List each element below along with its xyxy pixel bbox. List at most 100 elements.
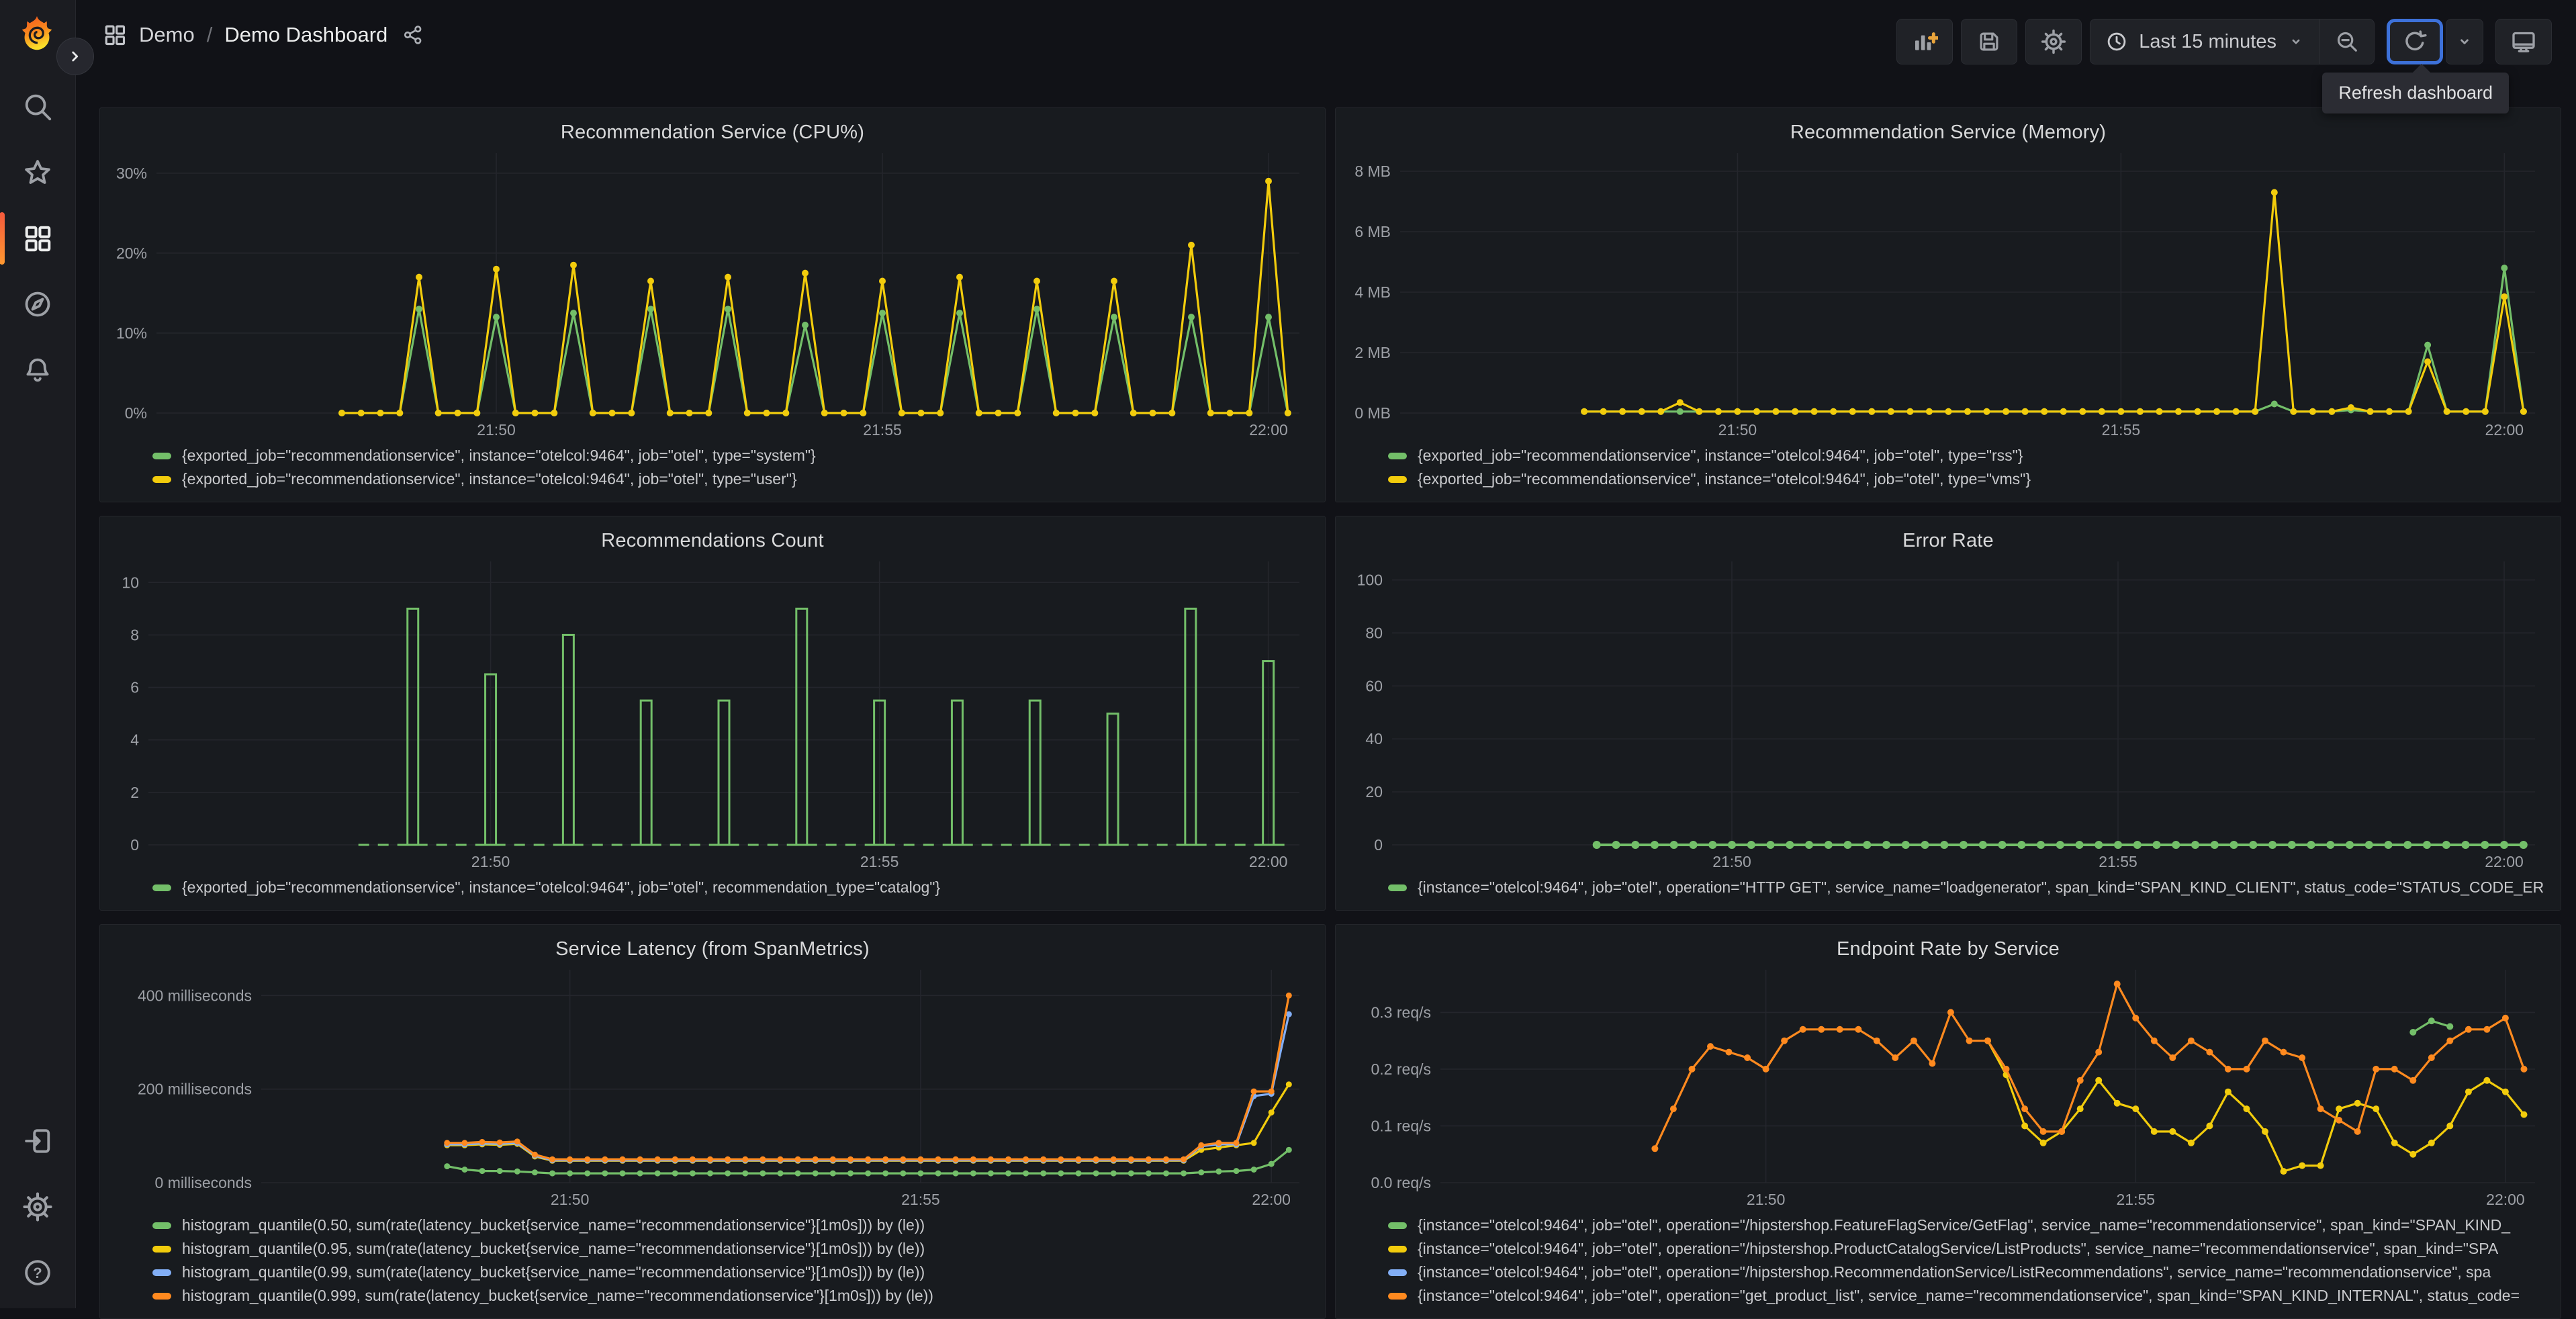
panel-title[interactable]: Recommendations Count (113, 530, 1312, 552)
legend-label: {instance="otelcol:9464", job="otel", op… (1418, 1216, 2511, 1234)
legend-label: {exported_job="recommendationservice", i… (1418, 470, 2031, 488)
refresh-interval-dropdown[interactable] (2446, 19, 2483, 64)
legend: {exported_job="recommendationservice", i… (1349, 440, 2547, 496)
legend-item[interactable]: {exported_job="recommendationservice", i… (152, 470, 1312, 488)
legend-swatch (152, 475, 171, 483)
svg-text:30%: 30% (116, 165, 147, 182)
kiosk-mode-button[interactable] (2495, 19, 2552, 64)
svg-text:0.3 req/s: 0.3 req/s (1371, 1003, 1432, 1021)
svg-text:2: 2 (130, 784, 139, 801)
refresh-dashboard-button[interactable] (2387, 19, 2443, 64)
chart-canvas[interactable]: 21:50 21:55 22:00 0% 10% 20% 30% (113, 145, 1312, 440)
legend-item[interactable]: histogram_quantile(0.50, sum(rate(latenc… (152, 1216, 1312, 1234)
sidebar-item-dashboards[interactable] (0, 212, 53, 265)
panel-title[interactable]: Recommendation Service (Memory) (1349, 122, 2547, 144)
legend-label: histogram_quantile(0.50, sum(rate(latenc… (182, 1216, 925, 1234)
panel-title[interactable]: Recommendation Service (CPU%) (113, 122, 1312, 144)
chart-canvas[interactable]: 21:50 21:55 22:00 0 milliseconds 200 millise… (113, 962, 1312, 1210)
legend: {instance="otelcol:9464", job="otel", op… (1349, 872, 2547, 905)
panel-title[interactable]: Service Latency (from SpanMetrics) (113, 938, 1312, 960)
legend: {instance="otelcol:9464", job="otel", op… (1349, 1210, 2547, 1313)
svg-text:6: 6 (130, 679, 139, 696)
chart-area[interactable]: 21:50 21:55 22:00 0 20 40 60 80 100 (1349, 553, 2547, 872)
legend-swatch (1388, 452, 1407, 459)
time-range-label: Last 15 minutes (2139, 30, 2276, 52)
header: Demo / Demo Dashboard Last 15 minutes Re… (76, 0, 2576, 113)
panel-title[interactable]: Endpoint Rate by Service (1349, 938, 2547, 960)
svg-text:?: ? (33, 1265, 42, 1281)
chart-canvas[interactable]: 21:50 21:55 22:00 0 MB 2 MB 4 MB 6 MB 8 MB (1349, 145, 2547, 440)
add-panel-button[interactable] (1896, 19, 1953, 64)
grafana-logo[interactable] (16, 13, 58, 55)
panel-recommendations-count: Recommendations Count 21:50 21:55 22:00 0 2 4… (99, 516, 1326, 911)
chart-area[interactable]: 21:50 21:55 22:00 0.0 req/s 0.1 req/s 0.2 req… (1349, 962, 2547, 1210)
chart-area[interactable]: 21:50 21:55 22:00 0% 10% 20% 30% (113, 145, 1312, 440)
zoom-out-button[interactable] (2320, 19, 2374, 64)
sidebar-bottom-nav: ? (0, 1126, 75, 1288)
legend-item[interactable]: histogram_quantile(0.95, sum(rate(latenc… (152, 1240, 1312, 1258)
chart-area[interactable]: 21:50 21:55 22:00 0 milliseconds 200 millise… (113, 962, 1312, 1210)
legend-label: {exported_job="recommendationservice", i… (1418, 447, 2023, 464)
help-icon[interactable]: ? (22, 1257, 53, 1288)
legend-item[interactable]: {instance="otelcol:9464", job="otel", op… (1388, 878, 2547, 897)
legend-item[interactable]: {instance="otelcol:9464", job="otel", op… (1388, 1263, 2547, 1281)
chart-area[interactable]: 21:50 21:55 22:00 0 2 4 6 8 10 (113, 553, 1312, 872)
monitor-icon (2512, 32, 2535, 52)
svg-text:22:00: 22:00 (1252, 1191, 1291, 1208)
legend-swatch (152, 1245, 171, 1253)
svg-text:21:50: 21:50 (471, 853, 510, 870)
expand-sidebar-button[interactable] (56, 38, 94, 75)
svg-text:0: 0 (130, 836, 139, 854)
svg-text:8: 8 (130, 626, 139, 643)
time-range-picker[interactable]: Last 15 minutes (2090, 19, 2319, 64)
search-icon[interactable] (22, 91, 53, 122)
panel-service-latency: Service Latency (from SpanMetrics) 21:50… (99, 924, 1326, 1319)
chart-canvas[interactable]: 21:50 21:55 22:00 0 2 4 6 8 10 (113, 553, 1312, 872)
starred-icon[interactable] (22, 157, 53, 188)
settings-gear-icon[interactable] (22, 1191, 53, 1222)
share-icon[interactable] (402, 24, 424, 46)
svg-text:40: 40 (1365, 730, 1383, 747)
explore-compass-icon[interactable] (22, 289, 53, 320)
svg-text:0%: 0% (125, 404, 147, 422)
sign-in-icon[interactable] (22, 1126, 53, 1156)
chart-area[interactable]: 21:50 21:55 22:00 0 MB 2 MB 4 MB 6 MB 8 MB (1349, 145, 2547, 440)
legend-item[interactable]: {exported_job="recommendationservice", i… (1388, 447, 2547, 465)
legend-item[interactable]: {exported_job="recommendationservice", i… (1388, 470, 2547, 488)
svg-text:21:50: 21:50 (551, 1191, 590, 1208)
svg-text:4 MB: 4 MB (1354, 283, 1391, 301)
legend-item[interactable]: {exported_job="recommendationservice", i… (152, 878, 1312, 897)
dashboard-settings-button[interactable] (2025, 19, 2082, 64)
clock-icon (2107, 32, 2126, 51)
panel-recommendation-cpu: Recommendation Service (CPU%) 21:50 21:55… (99, 107, 1326, 502)
chart-canvas[interactable]: 21:50 21:55 22:00 0 20 40 60 80 100 (1349, 553, 2547, 872)
svg-text:0.0 req/s: 0.0 req/s (1371, 1174, 1432, 1191)
legend-item[interactable]: histogram_quantile(0.99, sum(rate(latenc… (152, 1263, 1312, 1281)
breadcrumb-folder[interactable]: Demo (139, 23, 195, 47)
svg-text:21:55: 21:55 (2099, 853, 2137, 870)
legend-label: {exported_job="recommendationservice", i… (182, 878, 941, 896)
svg-text:0: 0 (1374, 836, 1383, 854)
svg-text:21:55: 21:55 (901, 1191, 940, 1208)
svg-text:21:50: 21:50 (1747, 1191, 1786, 1208)
svg-text:10%: 10% (116, 324, 147, 342)
legend: {exported_job="recommendationservice", i… (113, 440, 1312, 496)
legend-item[interactable]: {instance="otelcol:9464", job="otel", op… (1388, 1216, 2547, 1234)
svg-text:200 milliseconds: 200 milliseconds (138, 1081, 252, 1098)
svg-text:60: 60 (1365, 677, 1383, 694)
save-dashboard-button[interactable] (1961, 19, 2018, 64)
legend-item[interactable]: {instance="otelcol:9464", job="otel", op… (1388, 1240, 2547, 1258)
legend-item[interactable]: {instance="otelcol:9464", job="otel", op… (1388, 1287, 2547, 1305)
legend-label: {instance="otelcol:9464", job="otel", op… (1418, 878, 2544, 896)
legend-item[interactable]: histogram_quantile(0.999, sum(rate(laten… (152, 1287, 1312, 1305)
legend-swatch (1388, 1269, 1407, 1276)
legend-swatch (152, 452, 171, 459)
legend-label: histogram_quantile(0.95, sum(rate(latenc… (182, 1240, 925, 1257)
legend-swatch (152, 1292, 171, 1300)
legend-item[interactable]: {exported_job="recommendationservice", i… (152, 447, 1312, 465)
alerting-bell-icon[interactable] (22, 355, 53, 385)
svg-text:21:55: 21:55 (2116, 1191, 2155, 1208)
chart-canvas[interactable]: 21:50 21:55 22:00 0.0 req/s 0.1 req/s 0.2 req… (1349, 962, 2547, 1210)
panel-title[interactable]: Error Rate (1349, 530, 2547, 552)
breadcrumb-dashboard-title[interactable]: Demo Dashboard (224, 23, 387, 47)
